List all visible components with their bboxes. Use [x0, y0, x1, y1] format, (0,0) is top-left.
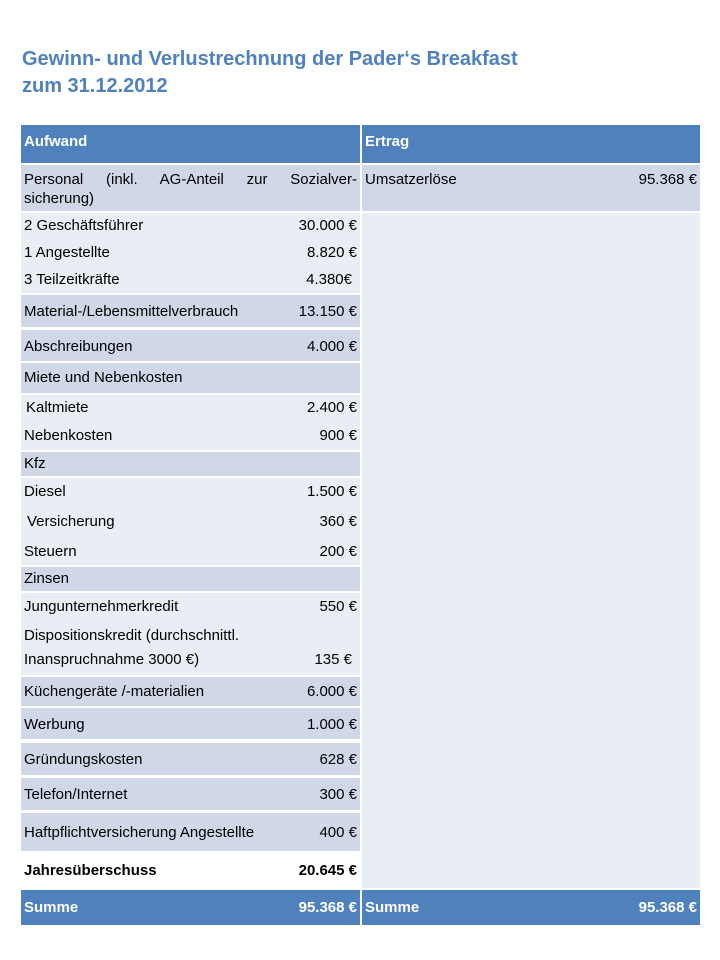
table-row: Versicherung 360 €	[21, 513, 360, 533]
umsatz-row: Umsatzerlöse 95.368 €	[362, 165, 700, 211]
row-value: 900 €	[319, 427, 357, 444]
row-label: Zinsen	[24, 570, 70, 587]
personal-label-line-2: sicherung)	[24, 190, 95, 207]
row-label: Abschreibungen	[24, 338, 133, 355]
row-label: Miete und Nebenkosten	[24, 369, 183, 386]
table-row: Haftpflichtversicherung Angestellte 400 …	[21, 813, 360, 851]
row-value: 4.380€	[306, 271, 352, 288]
row-label: Haftpflichtversicherung Angestellte	[24, 824, 255, 841]
row-value: 1.500 €	[306, 483, 357, 500]
row-value: 200 €	[319, 543, 357, 560]
row-label: Diesel	[24, 483, 66, 500]
row-label: Telefon/Internet	[24, 786, 128, 803]
row-label: Küchengeräte /-materialien	[24, 683, 205, 700]
table-row: Telefon/Internet 300 €	[21, 778, 360, 810]
summe-label: Summe	[365, 899, 420, 916]
row-label: Gründungskosten	[24, 751, 143, 768]
title-line-1: Gewinn- und Verlustrechnung der Paderʻs …	[22, 48, 518, 70]
table-row: Abschreibungen 4.000 €	[21, 330, 360, 361]
row-value: 95.368 €	[638, 171, 697, 188]
table-row: Kaltmiete 2.400 €	[21, 399, 360, 419]
row-value: 360 €	[319, 513, 357, 530]
aufwand-summe-row: Summe 95.368 €	[21, 890, 360, 925]
row-label: Material-/Lebensmittelverbrauch	[24, 303, 239, 320]
row-value: 300 €	[319, 786, 357, 803]
row-label: 2 Geschäftsführer	[24, 217, 144, 234]
aufwand-header-label: Aufwand	[24, 133, 88, 150]
summe-label: Summe	[24, 899, 79, 916]
row-value: 6.000 €	[306, 683, 357, 700]
table-row: Werbung 1.000 €	[21, 708, 360, 739]
row-value: 135 €	[314, 651, 352, 668]
personal-row: Personal (inkl. AG-Anteil zur Sozialver-…	[21, 165, 360, 211]
row-label: Versicherung	[27, 513, 115, 530]
table-row: Inanspruchnahme 3000 €) 135 €	[21, 651, 360, 671]
table-row: Gründungskosten 628 €	[21, 743, 360, 775]
table-row: Steuern 200 €	[21, 543, 360, 563]
table-row: Küchengeräte /-materialien 6.000 €	[21, 677, 360, 706]
row-label: Jungunternehmerkredit	[24, 598, 179, 615]
ertrag-column: Ertrag Umsatzerlöse 95.368 € Summe 95.36…	[362, 125, 700, 925]
row-label: Steuern	[24, 543, 77, 560]
aufwand-header: Aufwand	[21, 125, 360, 163]
table-row: Diesel 1.500 €	[21, 483, 360, 503]
ertrag-empty-area	[362, 213, 700, 888]
row-label: 3 Teilzeitkräfte	[24, 271, 120, 288]
aufwand-column: Aufwand Personal (inkl. AG-Anteil zur So…	[21, 125, 360, 925]
row-label: Kfz	[24, 455, 46, 472]
ertrag-summe-row: Summe 95.368 €	[362, 890, 700, 925]
row-value: 2.400 €	[306, 399, 357, 416]
row-label: Umsatzerlöse	[365, 171, 457, 188]
table-row: 3 Teilzeitkräfte 4.380€	[21, 271, 360, 291]
row-value: 30.000 €	[298, 217, 357, 234]
document-title: Gewinn- und Verlustrechnung der Paderʻs …	[22, 46, 518, 100]
personal-label-line-1: Personal (inkl. AG-Anteil zur Sozialver-	[24, 171, 357, 188]
table-row: Jungunternehmerkredit 550 €	[21, 598, 360, 618]
row-value: 550 €	[319, 598, 357, 615]
row-label: Kaltmiete	[26, 399, 89, 416]
summe-value: 95.368 €	[638, 899, 697, 916]
summe-value: 95.368 €	[298, 899, 357, 916]
ertrag-header: Ertrag	[362, 125, 700, 163]
row-value: 4.000 €	[306, 338, 357, 355]
table-row: Zinsen	[21, 567, 360, 591]
table-row: Nebenkosten 900 €	[21, 427, 360, 447]
row-label: Inanspruchnahme 3000 €)	[24, 651, 200, 668]
jahresueberschuss-row: Jahresüberschuss 20.645 €	[21, 853, 360, 887]
row-value: 628 €	[319, 751, 357, 768]
ertrag-header-label: Ertrag	[365, 133, 410, 150]
table-row: Dispositionskredit (durchschnittl.	[21, 627, 360, 647]
row-label: Werbung	[24, 716, 85, 733]
table-row: 1 Angestellte 8.820 €	[21, 244, 360, 264]
row-value: 20.645 €	[298, 862, 357, 879]
table-row: Kfz	[21, 452, 360, 476]
row-label: Jahresüberschuss	[24, 862, 157, 879]
row-value: 400 €	[319, 824, 357, 841]
table-row: Material-/Lebensmittelverbrauch 13.150 €	[21, 295, 360, 327]
row-label: Nebenkosten	[24, 427, 113, 444]
row-label: Dispositionskredit (durchschnittl.	[24, 627, 240, 644]
row-value: 1.000 €	[306, 716, 357, 733]
title-line-2: zum 31.12.2012	[22, 75, 168, 97]
row-value: 8.820 €	[306, 244, 357, 261]
row-value: 13.150 €	[298, 303, 357, 320]
row-label: 1 Angestellte	[24, 244, 110, 261]
table-row: 2 Geschäftsführer 30.000 €	[21, 217, 360, 237]
table-row: Miete und Nebenkosten	[21, 363, 360, 393]
